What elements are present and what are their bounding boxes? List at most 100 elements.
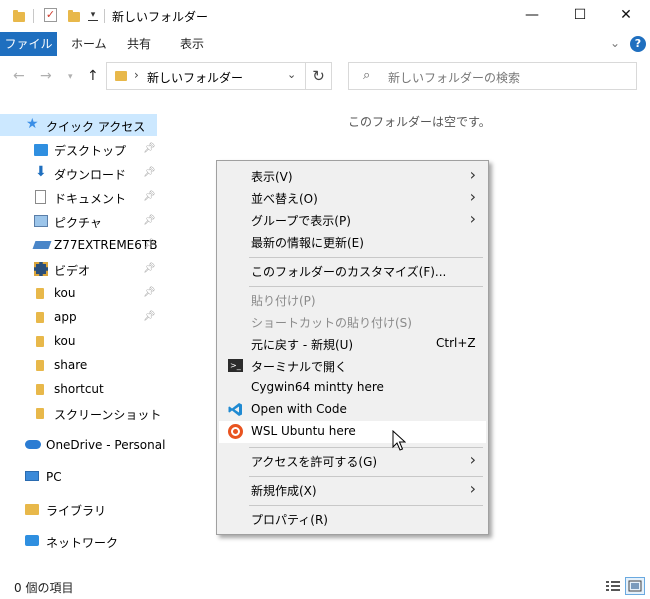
pin-icon[interactable]: 📌︎ (143, 239, 156, 250)
search-input[interactable]: 新しいフォルダーの検索 (388, 69, 520, 86)
menu-item-give-access[interactable]: アクセスを許可する(G) › (219, 450, 486, 472)
sidebar-item-screenshots[interactable]: スクリーンショット (0, 402, 161, 424)
menu-item-view[interactable]: 表示(V) › (219, 165, 486, 187)
menu-item-open-with-code[interactable]: Open with Code (219, 399, 486, 421)
document-icon (35, 190, 46, 204)
sidebar-item-shortcut[interactable]: shortcut (0, 378, 157, 400)
pin-icon[interactable]: 📌︎ (143, 215, 156, 226)
back-button[interactable]: ← (13, 67, 25, 85)
menu-item-undo-new[interactable]: 元に戻す - 新規(U) Ctrl+Z (219, 333, 486, 355)
sidebar-item-documents[interactable]: ドキュメント 📌︎ (0, 186, 157, 208)
sidebar-item-onedrive[interactable]: OneDrive - Personal (0, 434, 165, 456)
refresh-button[interactable]: ↻ (306, 62, 332, 90)
pin-icon[interactable]: 📌︎ (143, 263, 156, 274)
sidebar-item-drive[interactable]: Z77EXTREME6TB 📌︎ (0, 234, 157, 256)
sidebar-item-label: ネットワーク (46, 536, 119, 550)
pictures-icon (34, 215, 48, 227)
submenu-arrow-icon: › (469, 187, 476, 206)
library-icon (25, 504, 39, 515)
breadcrumb-current[interactable]: 新しいフォルダー (147, 69, 243, 86)
large-icons-view-icon[interactable] (625, 577, 645, 595)
terminal-icon: >_ (228, 359, 243, 372)
ribbon-tabs: ファイル ホーム 共有 表示 ⌄ ? (0, 32, 650, 56)
menu-item-cygwin-mintty[interactable]: Cygwin64 mintty here (219, 377, 486, 399)
vscode-icon (228, 402, 243, 417)
desktop-icon (34, 144, 48, 156)
menu-item-properties[interactable]: プロパティ(R) (219, 508, 486, 530)
menu-item-label: プロパティ(R) (251, 513, 328, 527)
sidebar-item-quick-access[interactable]: ★ クイック アクセス (0, 114, 157, 136)
video-icon (34, 262, 48, 276)
menu-item-shortcut: Ctrl+Z (436, 336, 476, 350)
menu-separator (249, 257, 483, 258)
minimize-button[interactable]: — (509, 0, 555, 30)
ribbon-expand-icon[interactable]: ⌄ (610, 36, 620, 50)
mouse-cursor-icon (392, 429, 407, 455)
sidebar-item-app[interactable]: app 📌︎ (0, 306, 157, 328)
menu-item-label: Open with Code (251, 402, 347, 416)
menu-item-label: 新規作成(X) (251, 484, 317, 498)
sidebar-item-share[interactable]: share (0, 354, 157, 376)
tab-file[interactable]: ファイル (0, 32, 57, 56)
help-icon[interactable]: ? (630, 36, 646, 52)
menu-separator (249, 505, 483, 506)
pin-icon[interactable]: 📌︎ (143, 167, 156, 178)
star-icon: ★ (26, 116, 39, 132)
pin-icon[interactable]: 📌︎ (143, 287, 156, 298)
recent-locations-icon[interactable]: ▾ (68, 68, 73, 86)
toolbar-divider (33, 9, 34, 23)
menu-item-label: ショートカットの貼り付け(S) (251, 316, 412, 330)
tab-share[interactable]: 共有 (127, 32, 151, 56)
sidebar-item-videos[interactable]: ビデオ 📌︎ (0, 258, 157, 280)
download-icon: ⬇ (35, 164, 47, 180)
folder-icon (36, 336, 44, 347)
pin-icon[interactable]: 📌︎ (143, 191, 156, 202)
sidebar-item-label: クイック アクセス (46, 120, 146, 134)
menu-item-customize-folder[interactable]: このフォルダーのカスタマイズ(F)... (219, 260, 486, 282)
context-menu: 表示(V) › 並べ替え(O) › グループで表示(P) › 最新の情報に更新(… (216, 160, 489, 535)
empty-folder-message: このフォルダーは空です。 (348, 115, 491, 129)
new-folder-icon[interactable] (68, 10, 80, 22)
menu-item-new[interactable]: 新規作成(X) › (219, 479, 486, 501)
address-dropdown-icon[interactable]: ⌄ (287, 68, 296, 81)
pin-icon[interactable]: 📌︎ (143, 311, 156, 322)
search-icon: ⌕ (363, 68, 371, 83)
sidebar-item-libraries[interactable]: ライブラリ (0, 498, 157, 520)
sidebar-item-label: ライブラリ (46, 504, 107, 518)
sidebar-item-desktop[interactable]: デスクトップ 📌︎ (0, 138, 157, 160)
search-box[interactable]: ⌕ 新しいフォルダーの検索 (348, 62, 637, 90)
menu-item-sort[interactable]: 並べ替え(O) › (219, 187, 486, 209)
submenu-arrow-icon: › (469, 209, 476, 228)
tab-view[interactable]: 表示 (180, 32, 204, 56)
maximize-button[interactable]: ☐ (557, 0, 603, 30)
menu-item-label: グループで表示(P) (251, 214, 351, 228)
title-bar: ✓ ▾ 新しいフォルダー — ☐ ✕ (0, 0, 650, 32)
customize-quick-access-icon[interactable]: ▾ (88, 9, 98, 21)
menu-item-group-by[interactable]: グループで表示(P) › (219, 209, 486, 231)
sidebar-item-pictures[interactable]: ピクチャ 📌︎ (0, 210, 157, 232)
sidebar-item-network[interactable]: ネットワーク (0, 530, 157, 552)
sidebar-item-kou-2[interactable]: kou (0, 330, 157, 352)
tab-home[interactable]: ホーム (71, 32, 107, 56)
sidebar-item-downloads[interactable]: ⬇ ダウンロード 📌︎ (0, 162, 157, 184)
sidebar-item-pc[interactable]: PC (0, 466, 157, 488)
close-button[interactable]: ✕ (603, 0, 649, 30)
folder-icon (36, 288, 44, 299)
menu-item-label: ターミナルで開く (251, 360, 348, 374)
properties-icon[interactable]: ✓ (44, 8, 57, 22)
submenu-arrow-icon: › (469, 165, 476, 184)
pin-icon[interactable]: 📌︎ (143, 143, 156, 154)
sidebar-item-label: share (54, 358, 88, 372)
address-bar[interactable]: › 新しいフォルダー ⌄ (106, 62, 306, 90)
up-button[interactable]: ↑ (87, 67, 99, 85)
window-title: 新しいフォルダー (112, 10, 209, 24)
breadcrumb-separator-icon: › (134, 68, 139, 82)
sidebar-item-kou[interactable]: kou 📌︎ (0, 282, 157, 304)
menu-item-label: アクセスを許可する(G) (251, 455, 378, 469)
menu-separator (249, 476, 483, 477)
details-view-icon[interactable] (603, 577, 623, 595)
menu-item-refresh[interactable]: 最新の情報に更新(E) (219, 231, 486, 253)
forward-button[interactable]: → (40, 67, 52, 85)
menu-item-open-terminal[interactable]: >_ ターミナルで開く (219, 355, 486, 377)
menu-item-wsl-ubuntu[interactable]: WSL Ubuntu here (219, 421, 486, 443)
